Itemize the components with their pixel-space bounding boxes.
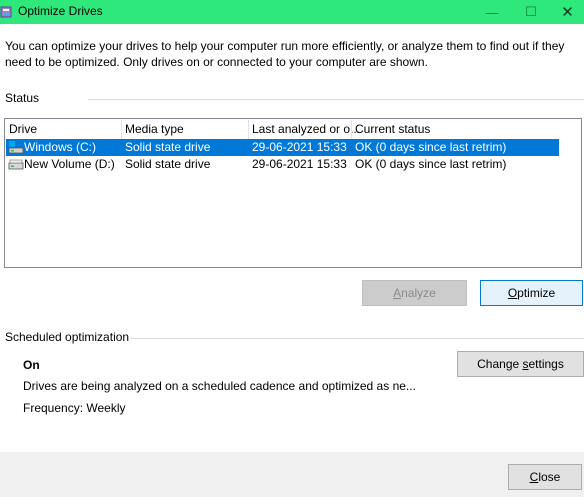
drive-name: New Volume (D:): [24, 157, 115, 171]
media-type: Solid state drive: [125, 157, 211, 171]
optimize-mnemonic: O: [507, 286, 518, 300]
maximize-icon: ☐: [525, 4, 537, 19]
column-header-last-analyzed[interactable]: Last analyzed or o...: [252, 122, 360, 140]
column-divider[interactable]: [121, 120, 122, 140]
last-analyzed: 29-06-2021 15:33: [252, 140, 347, 154]
media-type: Solid state drive: [125, 140, 211, 154]
drive-name: Windows (C:): [24, 140, 97, 154]
scheduled-group-divider: [130, 338, 584, 339]
minimize-icon: —: [485, 4, 499, 20]
column-header-current-status[interactable]: Current status: [355, 122, 430, 140]
schedule-state: On: [23, 358, 40, 372]
footer-bar: [0, 452, 584, 497]
title-bar[interactable]: Optimize Drives — ☐ ✕: [0, 0, 584, 24]
system-drive-icon: [8, 141, 24, 154]
minimize-button[interactable]: —: [470, 0, 514, 24]
current-status: OK (0 days since last retrim): [355, 140, 507, 154]
schedule-frequency: Frequency: Weekly: [23, 401, 126, 415]
status-group-divider: [88, 99, 584, 100]
drives-list[interactable]: Drive Media type Last analyzed or o... C…: [4, 118, 582, 268]
analyze-button[interactable]: Analyze: [362, 280, 467, 306]
last-analyzed: 29-06-2021 15:33: [252, 157, 347, 171]
drive-icon: [8, 159, 24, 170]
close-window-button[interactable]: ✕: [551, 0, 584, 24]
change-settings-button[interactable]: Change settings: [457, 351, 584, 377]
scheduled-group-label: Scheduled optimization: [5, 330, 130, 344]
optimize-button[interactable]: Optimize: [480, 280, 583, 306]
close-button[interactable]: Close: [508, 464, 582, 490]
column-header-media-type[interactable]: Media type: [125, 122, 184, 140]
drive-row-windows-c[interactable]: Windows (C:) Solid state drive 29-06-202…: [6, 139, 559, 156]
column-divider[interactable]: [351, 120, 352, 140]
drive-row-new-volume-d[interactable]: New Volume (D:) Solid state drive 29-06-…: [6, 156, 559, 173]
status-group-label: Status: [5, 91, 40, 105]
optimize-label: ptimize: [517, 286, 556, 300]
schedule-detail: Drives are being analyzed on a scheduled…: [23, 379, 416, 393]
analyze-label: nalyze: [401, 286, 436, 300]
column-header-drive[interactable]: Drive: [9, 122, 37, 140]
close-label: lose: [538, 470, 561, 484]
close-icon: ✕: [561, 4, 574, 21]
analyze-mnemonic: A: [393, 286, 402, 300]
maximize-button[interactable]: ☐: [509, 0, 553, 24]
optimize-drives-app-icon: [0, 6, 12, 18]
change-settings-label-post: ettings: [528, 357, 564, 371]
column-divider[interactable]: [248, 120, 249, 140]
change-settings-label-pre: Change: [477, 357, 523, 371]
description-text: You can optimize your drives to help you…: [5, 39, 565, 69]
current-status: OK (0 days since last retrim): [355, 157, 507, 171]
window-title: Optimize Drives: [18, 4, 103, 18]
